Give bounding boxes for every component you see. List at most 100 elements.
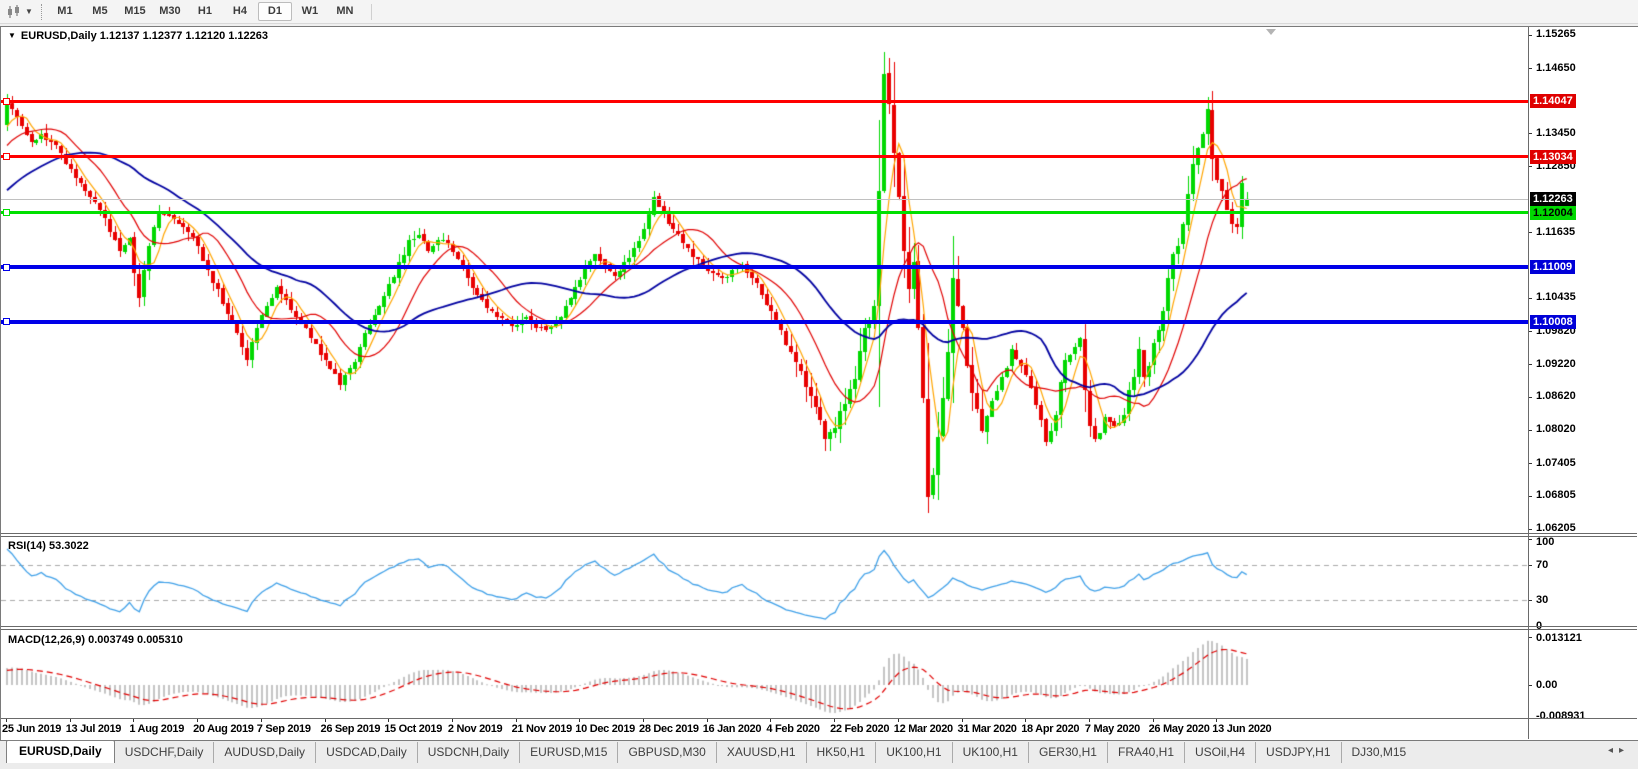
date-axis-label: 2 Nov 2019 — [448, 723, 502, 735]
timeframe-toolbar: ▼ M1M5M15M30H1H4D1W1MN — [0, 0, 1638, 24]
date-axis-label: 18 Apr 2020 — [1021, 723, 1079, 735]
timeframe-button-mn[interactable]: MN — [328, 2, 362, 21]
date-axis-tick — [770, 719, 771, 722]
timeframe-buttons: M1M5M15M30H1H4D1W1MN — [48, 2, 363, 21]
horizontal-level-line[interactable] — [1, 155, 1528, 158]
date-axis-tick — [70, 719, 71, 722]
rsi-label: RSI(14) 53.3022 — [8, 540, 89, 552]
date-axis-tick — [516, 719, 517, 722]
pane-separator[interactable] — [1, 536, 1637, 537]
level-line-handle[interactable] — [3, 98, 10, 105]
price-axis-badge: 1.12004 — [1530, 206, 1576, 220]
date-axis-tick — [643, 719, 644, 722]
tab-scroll-left-icon[interactable]: ◂ — [1608, 745, 1619, 756]
macd-axis-label: -0.008931 — [1536, 710, 1586, 722]
chart-tab-fra40-h1[interactable]: FRA40,H1 — [1108, 742, 1185, 763]
timeframe-button-w1[interactable]: W1 — [293, 2, 327, 21]
chart-tab-dj30-m15[interactable]: DJ30,M15 — [1342, 742, 1417, 763]
date-axis-label: 10 Dec 2019 — [575, 723, 635, 735]
chart-tab-uk100-h1[interactable]: UK100,H1 — [953, 742, 1029, 763]
date-axis-label: 13 Jun 2020 — [1212, 723, 1271, 735]
price-axis-label: 1.08620 — [1536, 390, 1576, 402]
tab-scroll-arrows[interactable]: ◂▸ — [1608, 745, 1630, 756]
date-axis-tick — [133, 719, 134, 722]
macd-label: MACD(12,26,9) 0.003749 0.005310 — [8, 634, 183, 646]
level-line-handle[interactable] — [3, 318, 10, 325]
date-axis-label: 7 May 2020 — [1085, 723, 1140, 735]
timeframe-button-m30[interactable]: M30 — [153, 2, 187, 21]
pane-separator[interactable] — [1, 629, 1637, 630]
date-axis-label: 1 Aug 2019 — [129, 723, 184, 735]
timeframe-button-d1[interactable]: D1 — [258, 2, 292, 21]
chart-symbol-period: EURUSD,Daily — [21, 30, 97, 42]
chart-type-icon[interactable] — [4, 4, 24, 20]
pane-separator[interactable] — [1, 533, 1637, 534]
chart-tab-eurusd-daily[interactable]: EURUSD,Daily — [6, 740, 115, 763]
date-axis-label: 26 Sep 2019 — [321, 723, 381, 735]
price-axis-label: 1.15265 — [1536, 28, 1576, 40]
date-axis-label: 13 Jul 2019 — [66, 723, 121, 735]
macd-axis-label: 0.00 — [1536, 679, 1557, 691]
price-axis-label: 1.09220 — [1536, 358, 1576, 370]
date-axis-label: 12 Mar 2020 — [894, 723, 953, 735]
timeframe-button-m5[interactable]: M5 — [83, 2, 117, 21]
status-strip — [0, 763, 1638, 769]
price-axis-label: 1.11635 — [1536, 226, 1575, 238]
horizontal-level-line[interactable] — [1, 320, 1528, 324]
chart-title: ▼ EURUSD,Daily 1.12137 1.12377 1.12120 1.… — [8, 30, 268, 42]
price-axis-label: 1.07405 — [1536, 457, 1576, 469]
price-axis-badge: 1.14047 — [1530, 94, 1576, 108]
chart-tab-xauusd-h1[interactable]: XAUUSD,H1 — [717, 742, 807, 763]
price-axis-badge: 1.13034 — [1530, 150, 1576, 164]
collapse-icon[interactable]: ▼ — [8, 31, 16, 40]
chart-canvas[interactable] — [1, 26, 1529, 718]
date-axis-label: 20 Aug 2019 — [193, 723, 254, 735]
chart-tab-hk50-h1[interactable]: HK50,H1 — [807, 742, 877, 763]
chart-tab-usdcad-daily[interactable]: USDCAD,Daily — [316, 742, 418, 763]
date-axis-tick — [1025, 719, 1026, 722]
timeframe-button-h4[interactable]: H4 — [223, 2, 257, 21]
horizontal-level-line[interactable] — [1, 100, 1528, 103]
chart-type-dropdown-caret[interactable]: ▼ — [25, 7, 33, 16]
price-axis-label: 1.10435 — [1536, 291, 1576, 303]
chart-tab-usoil-h4[interactable]: USOil,H4 — [1185, 742, 1256, 763]
timeframe-button-m15[interactable]: M15 — [118, 2, 152, 21]
tab-scroll-right-icon[interactable]: ▸ — [1619, 745, 1630, 756]
toolbar-grip[interactable] — [41, 4, 42, 20]
rsi-axis-label: 100 — [1536, 536, 1554, 548]
trading-terminal: ▼ M1M5M15M30H1H4D1W1MN 1.152651.146501.1… — [0, 0, 1638, 769]
date-axis-tick — [1089, 719, 1090, 722]
chart-tab-usdcnh-daily[interactable]: USDCNH,Daily — [418, 742, 520, 763]
rsi-axis-label: 30 — [1536, 594, 1548, 606]
chart-tab-usdjpy-h1[interactable]: USDJPY,H1 — [1256, 742, 1341, 763]
date-axis-tick — [261, 719, 262, 722]
chart-tab-gbpusd-m30[interactable]: GBPUSD,M30 — [618, 742, 716, 763]
timeframe-button-m1[interactable]: M1 — [48, 2, 82, 21]
price-axis-label: 1.08020 — [1536, 423, 1576, 435]
date-axis-tick — [1153, 719, 1154, 722]
pane-separator[interactable] — [1, 626, 1637, 627]
bid-price-line — [1, 199, 1528, 200]
date-axis-label: 21 Nov 2019 — [512, 723, 572, 735]
chart-tab-ger30-h1[interactable]: GER30,H1 — [1029, 742, 1108, 763]
price-axis-label: 1.13450 — [1536, 127, 1576, 139]
chart-tab-uk100-h1[interactable]: UK100,H1 — [876, 742, 952, 763]
date-axis-label: 22 Feb 2020 — [830, 723, 889, 735]
chart-ohlc-values: 1.12137 1.12377 1.12120 1.12263 — [100, 30, 268, 42]
date-axis-tick — [579, 719, 580, 722]
level-line-handle[interactable] — [3, 264, 10, 271]
chart-tabs: EURUSD,DailyUSDCHF,DailyAUDUSD,DailyUSDC… — [0, 740, 1416, 763]
chart-tab-eurusd-m15[interactable]: EURUSD,M15 — [520, 742, 618, 763]
date-axis-label: 4 Feb 2020 — [766, 723, 819, 735]
horizontal-level-line[interactable] — [1, 265, 1528, 269]
horizontal-level-line[interactable] — [1, 211, 1528, 214]
level-line-handle[interactable] — [3, 153, 10, 160]
date-axis-tick — [898, 719, 899, 722]
chart-tab-usdchf-daily[interactable]: USDCHF,Daily — [115, 742, 215, 763]
timeframe-button-h1[interactable]: H1 — [188, 2, 222, 21]
price-axis-badge: 1.10008 — [1530, 315, 1576, 329]
level-line-handle[interactable] — [3, 209, 10, 216]
date-axis-label: 16 Jan 2020 — [703, 723, 761, 735]
chart-shift-marker-icon[interactable] — [1266, 29, 1276, 35]
chart-tab-audusd-daily[interactable]: AUDUSD,Daily — [214, 742, 316, 763]
